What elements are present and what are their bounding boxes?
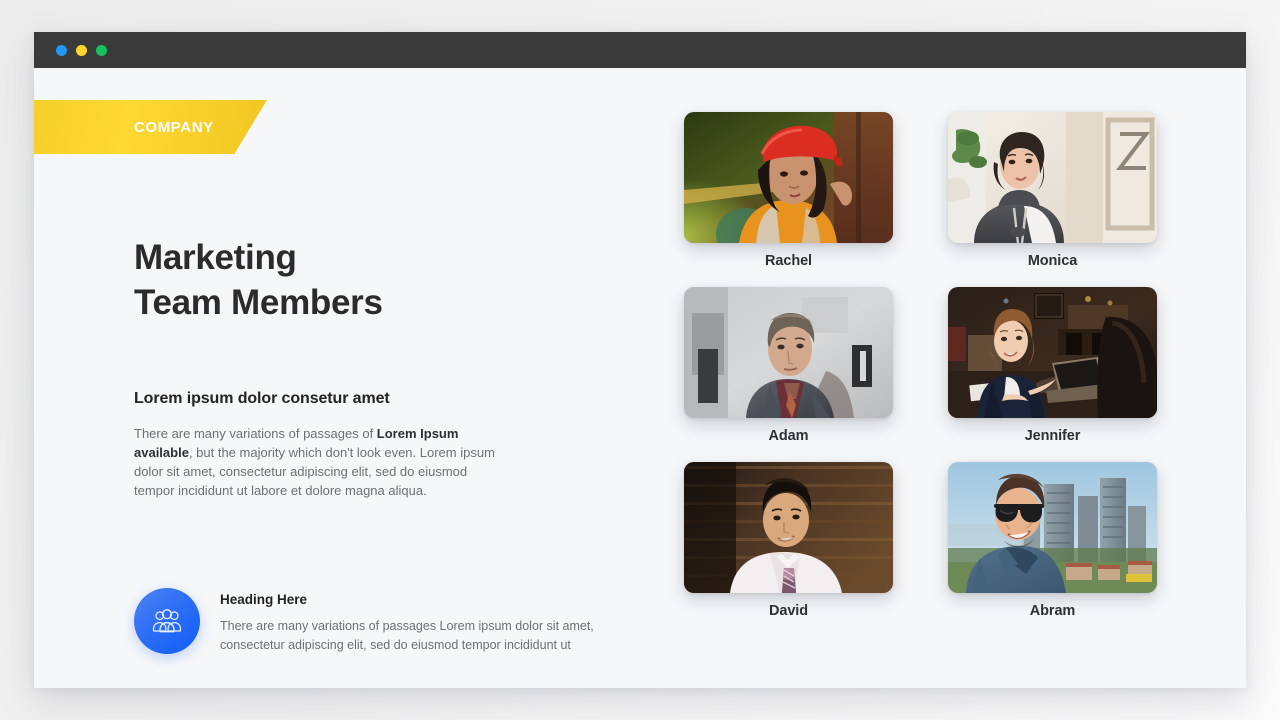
users-group-icon xyxy=(134,588,200,654)
member-name: Monica xyxy=(1027,253,1078,269)
browser-titlebar xyxy=(34,32,1246,68)
hero-paragraph: There are many variations of passages of… xyxy=(134,408,506,501)
hero-section: Marketing Team Members Lorem ipsum dolor… xyxy=(134,236,614,654)
team-member-card[interactable]: Abram xyxy=(948,462,1157,619)
member-name: Adam xyxy=(768,428,809,444)
team-member-card[interactable]: David xyxy=(684,462,893,619)
page-title-line-2: Team Members xyxy=(134,282,383,322)
feature-text: Heading Here There are many variations o… xyxy=(200,588,600,656)
close-dot[interactable] xyxy=(56,44,67,56)
feature-block: Heading Here There are many variations o… xyxy=(134,588,600,656)
company-banner-label: COMPANY xyxy=(134,118,214,136)
member-photo[interactable] xyxy=(684,112,893,243)
minimize-dot[interactable] xyxy=(76,44,87,56)
hero-paragraph-part-1: There are many variations of passages of xyxy=(134,425,377,441)
team-member-card[interactable]: Jennifer xyxy=(948,287,1157,444)
member-name: David xyxy=(769,603,808,619)
member-photo[interactable] xyxy=(684,462,893,593)
maximize-dot[interactable] xyxy=(96,44,107,56)
member-name: Abram xyxy=(1029,603,1076,619)
feature-title: Heading Here xyxy=(220,592,308,607)
feature-copy: There are many variations of passages Lo… xyxy=(220,619,594,653)
member-name: Rachel xyxy=(765,253,812,269)
team-member-card[interactable]: Rachel xyxy=(684,112,893,269)
member-name: Jennifer xyxy=(1024,428,1081,444)
window-controls xyxy=(56,44,107,56)
team-member-card[interactable]: Adam xyxy=(684,287,893,444)
member-photo[interactable] xyxy=(684,287,893,418)
browser-window: COMPANY Marketing Team Members Lorem ips… xyxy=(34,32,1246,688)
page-title-line-1: Marketing xyxy=(134,238,297,277)
team-gallery: Rachel Monica Adam Jennifer David Abram xyxy=(684,112,1157,619)
member-photo[interactable] xyxy=(948,287,1157,418)
hero-paragraph-part-2: , but the majority which don't look even… xyxy=(134,444,495,499)
team-member-card[interactable]: Monica xyxy=(948,112,1157,269)
company-banner: COMPANY xyxy=(34,100,267,154)
hero-subtitle: Lorem ipsum dolor consetur amet xyxy=(134,389,390,407)
page-title: Marketing Team Members xyxy=(134,236,614,326)
page-content: COMPANY Marketing Team Members Lorem ips… xyxy=(34,68,1246,688)
member-photo[interactable] xyxy=(948,112,1157,243)
member-photo[interactable] xyxy=(948,462,1157,593)
